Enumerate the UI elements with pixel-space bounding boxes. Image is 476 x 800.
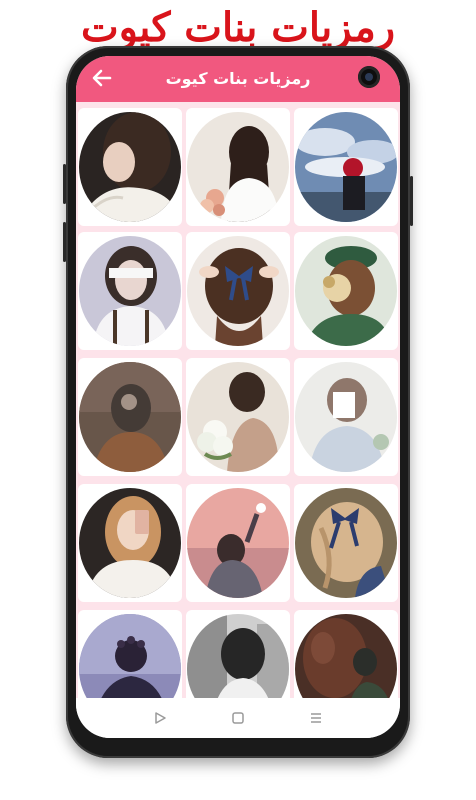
system-nav-bar: [76, 698, 400, 738]
app-title: رمزيات بنات كيوت: [165, 69, 311, 88]
avatar-image[interactable]: [79, 236, 181, 346]
avatar-card[interactable]: [78, 484, 182, 602]
avatar-card[interactable]: [78, 232, 182, 350]
avatar-image[interactable]: [295, 362, 397, 472]
avatar-card[interactable]: [78, 358, 182, 476]
phone-volume-button: [63, 164, 66, 204]
image-dim-overlay: [295, 362, 397, 472]
recents-menu-icon[interactable]: [306, 708, 326, 728]
avatar-card[interactable]: [186, 610, 290, 698]
app-bar: رمزيات بنات كيوت: [76, 56, 400, 102]
avatar-image[interactable]: [79, 362, 181, 472]
avatar-grid: [76, 102, 400, 698]
avatar-card[interactable]: [186, 108, 290, 226]
avatar-card[interactable]: [186, 232, 290, 350]
avatar-card[interactable]: [78, 108, 182, 226]
avatar-image[interactable]: [187, 362, 289, 472]
avatar-image[interactable]: [79, 614, 181, 698]
avatar-image[interactable]: [187, 614, 289, 698]
avatar-card[interactable]: [294, 108, 398, 226]
avatar-card[interactable]: [294, 484, 398, 602]
avatar-image[interactable]: [187, 112, 289, 222]
avatar-image[interactable]: [295, 488, 397, 598]
avatar-image[interactable]: [79, 112, 181, 222]
play-back-icon[interactable]: [150, 708, 170, 728]
phone-volume-button: [63, 222, 66, 262]
avatar-card[interactable]: [294, 232, 398, 350]
phone-power-button: [410, 176, 413, 226]
arrow-left-icon[interactable]: [90, 66, 114, 90]
phone-screen: رمزيات بنات كيوت: [76, 56, 400, 738]
avatar-image[interactable]: [295, 614, 397, 698]
home-square-icon[interactable]: [228, 708, 248, 728]
front-camera: [358, 66, 380, 88]
avatar-card[interactable]: [294, 610, 398, 698]
avatar-card[interactable]: [294, 358, 398, 476]
avatar-card[interactable]: [78, 610, 182, 698]
image-dim-overlay: [79, 362, 181, 472]
avatar-card[interactable]: [186, 358, 290, 476]
avatar-image[interactable]: [187, 236, 289, 346]
avatar-image[interactable]: [295, 112, 397, 222]
avatar-image[interactable]: [187, 488, 289, 598]
avatar-image[interactable]: [79, 488, 181, 598]
avatar-image[interactable]: [295, 236, 397, 346]
avatar-card[interactable]: [186, 484, 290, 602]
